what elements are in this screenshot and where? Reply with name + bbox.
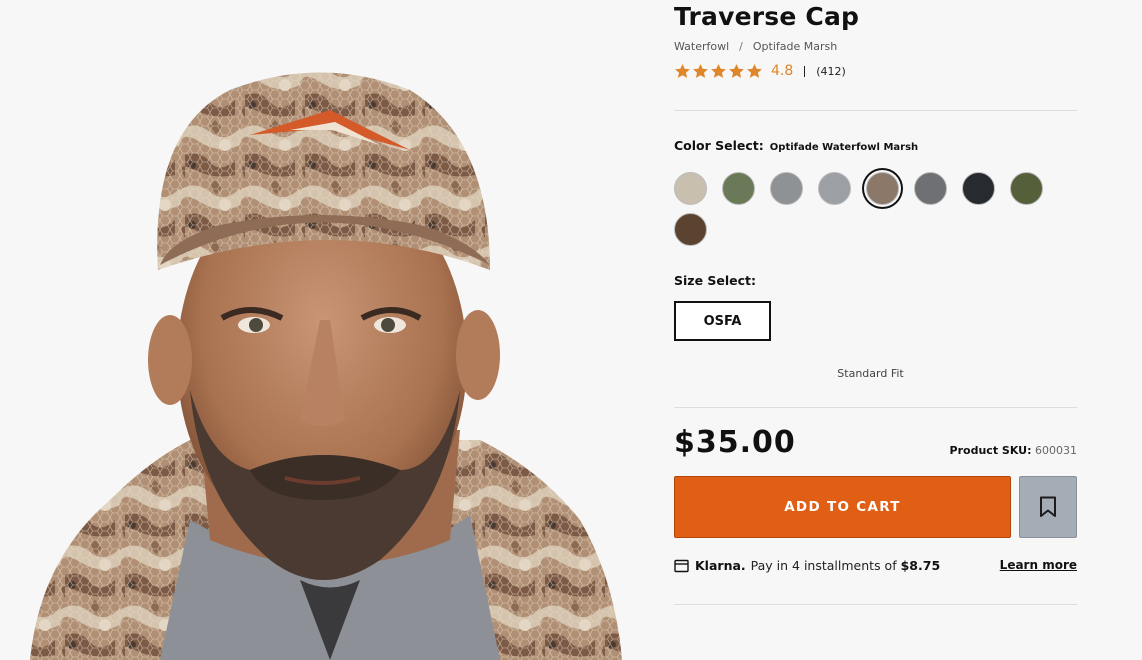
sku-value: 600031 [1035, 444, 1077, 457]
fit-note: Standard Fit [837, 367, 904, 380]
product-rating[interactable]: 4.8 (412) [674, 62, 846, 80]
breadcrumb-item-waterfowl[interactable]: Waterfowl [674, 40, 729, 53]
add-to-cart-button[interactable]: ADD TO CART [674, 476, 1011, 538]
klarna-promo: Klarna. Pay in 4 installments of $8.75 [674, 558, 940, 573]
divider [674, 407, 1077, 408]
color-swatch-brown[interactable] [674, 213, 707, 246]
star-icon [729, 63, 744, 78]
breadcrumb: Waterfowl / Optifade Marsh [674, 40, 837, 53]
product-image [0, 0, 660, 660]
product-title: Traverse Cap [674, 2, 860, 31]
rating-value: 4.8 [771, 63, 794, 79]
rating-divider [804, 65, 806, 77]
star-icon [675, 63, 690, 78]
color-select-heading: Color Select: [674, 138, 764, 153]
size-select-label: Size Select: [674, 273, 757, 288]
learn-more-link[interactable]: Learn more [1000, 558, 1077, 572]
color-swatch-light-camo[interactable] [674, 172, 707, 205]
selected-color-name: Optifade Waterfowl Marsh [769, 142, 919, 153]
color-swatch-green-camo[interactable] [722, 172, 755, 205]
star-icon [747, 63, 762, 78]
wishlist-button[interactable] [1019, 476, 1077, 538]
product-page: Traverse Cap Waterfowl / Optifade Marsh 4.… [0, 0, 1142, 660]
breadcrumb-item-optifade-marsh[interactable]: Optifade Marsh [753, 40, 837, 53]
divider [674, 604, 1077, 605]
klarna-amount: $8.75 [900, 558, 941, 573]
product-price: $35.00 [674, 425, 796, 460]
product-sku: Product SKU: 600031 [950, 444, 1077, 457]
color-swatches [674, 172, 1054, 246]
color-swatch-gray-camo[interactable] [770, 172, 803, 205]
divider [674, 110, 1077, 111]
color-swatch-dark-gray-camo[interactable] [914, 172, 947, 205]
color-swatch-snow-gray-camo[interactable] [818, 172, 851, 205]
color-swatch-marsh-camo[interactable] [866, 172, 899, 205]
bookmark-icon [1040, 496, 1056, 517]
card-icon [674, 559, 689, 572]
star-icon [711, 63, 726, 78]
star-icon [693, 63, 708, 78]
breadcrumb-separator: / [739, 40, 743, 53]
color-select-label: Color Select: Optifade Waterfowl Marsh [674, 138, 918, 153]
model-photo [0, 0, 660, 660]
review-count[interactable]: (412) [816, 65, 846, 78]
sku-label: Product SKU: [949, 444, 1032, 457]
klarna-text: Pay in 4 installments of [750, 558, 897, 573]
size-option-osfa[interactable]: OSFA [674, 301, 771, 341]
klarna-logo: Klarna. [695, 558, 746, 573]
color-swatch-olive[interactable] [1010, 172, 1043, 205]
color-swatch-black[interactable] [962, 172, 995, 205]
rating-stars [674, 63, 763, 80]
